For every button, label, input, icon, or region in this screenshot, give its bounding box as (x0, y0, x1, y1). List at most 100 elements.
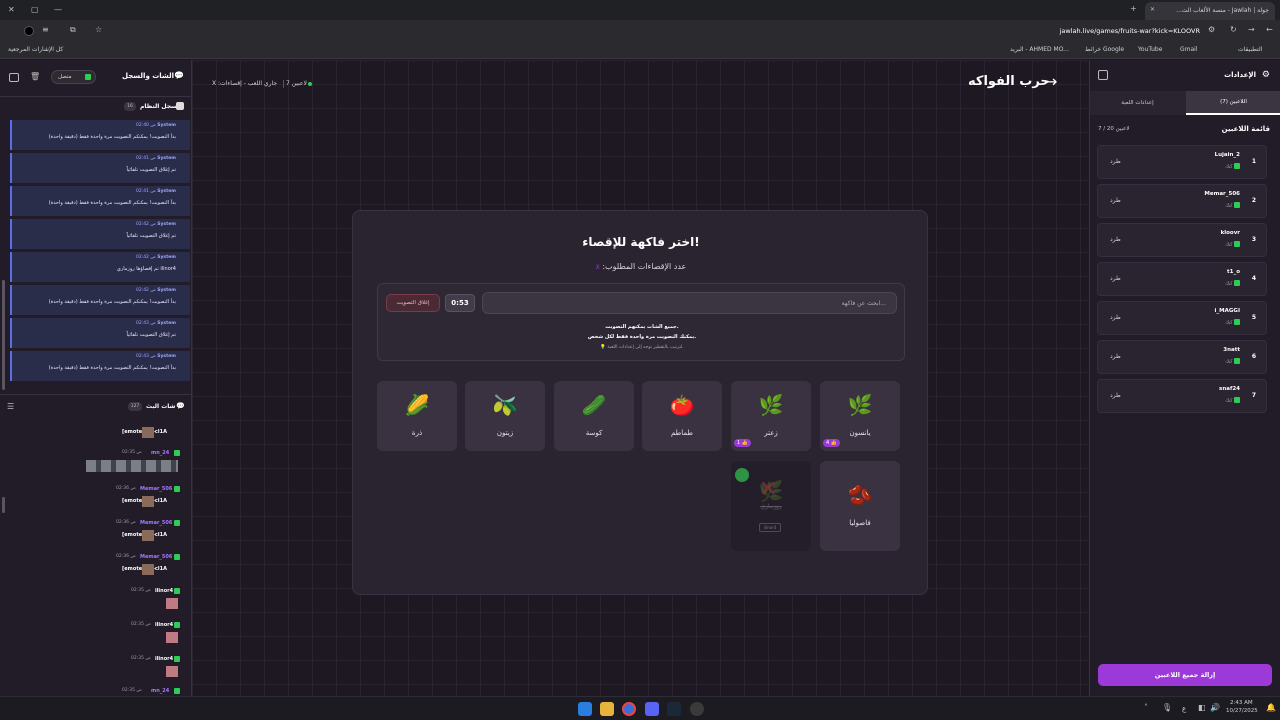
kick-icon (1234, 202, 1240, 208)
site-settings-icon[interactable]: ⚙ (1208, 25, 1215, 34)
olive-icon: 🫒 (492, 393, 518, 417)
clock-date[interactable]: 10/27/2025 (1226, 708, 1258, 714)
chat-panel-title: الشات والسجل (122, 72, 175, 80)
search-input[interactable]: ابحث عن فاكهة... (482, 292, 897, 314)
close-window-icon[interactable]: ✕ (8, 5, 15, 14)
fruit-card-beans[interactable]: 🫘 فاصوليا (820, 461, 900, 551)
new-tab-icon[interactable]: + (1130, 4, 1137, 13)
file-explorer-icon[interactable] (600, 702, 614, 716)
bookmark-gmail[interactable]: Gmail (1180, 46, 1198, 53)
input-language[interactable]: ع (1182, 705, 1186, 713)
player-name: Memar_506 (1204, 191, 1240, 197)
address-bar-row: ≡ ⧉ ☆ jawlah.live/games/fruits-war?kick=… (0, 20, 1280, 42)
settings-tabs: اللاعبين (7) إعدادات اللعبة (1090, 91, 1280, 115)
kick-player-button[interactable]: طرد (1110, 392, 1121, 399)
chat-username[interactable]: Memar_506 (140, 554, 172, 560)
remove-all-players-button[interactable]: إزالة جميع اللاعبين (1098, 664, 1272, 686)
kick-player-button[interactable]: طرد (1110, 353, 1121, 360)
active-tab[interactable]: ✕ جولة | Jawlah - منصة الألعاب الت... (1145, 2, 1275, 20)
info-line-1: جميع الشات يمكنهم التصويت. (605, 324, 679, 330)
chat-username[interactable]: mn_24 (151, 688, 169, 694)
player-platform: كيك (1225, 280, 1240, 287)
eliminated-x-icon: ✕ (759, 477, 778, 502)
close-vote-button[interactable]: إغلاق التصويت (386, 294, 440, 312)
network-icon[interactable]: ◧ (1198, 703, 1206, 712)
trash-icon[interactable]: 🗑 (30, 72, 40, 81)
chrome-icon[interactable] (622, 702, 636, 716)
player-platform: كيك (1225, 358, 1240, 365)
tab-players[interactable]: اللاعبين (7) (1186, 91, 1280, 115)
kick-player-button[interactable]: طرد (1110, 275, 1121, 282)
reload-icon[interactable]: ↻ (1230, 25, 1237, 34)
bookmark-maps[interactable]: خرائط Google (1085, 46, 1124, 53)
player-rank: 4 (1251, 275, 1256, 282)
back-arrow-icon[interactable]: → (1044, 72, 1057, 91)
windows-start-icon[interactable] (578, 702, 592, 716)
kick-player-button[interactable]: طرد (1110, 197, 1121, 204)
forward-icon[interactable]: → (1248, 25, 1255, 34)
player-card: 4 t1_o كيك طرد (1097, 262, 1267, 296)
chat-message: mn_24 02:35 ص (0, 448, 185, 478)
log-text: بدأ التصويت! يمكنكم التصويت مرة واحدة فق… (48, 299, 176, 305)
kick-icon (1234, 358, 1240, 364)
corn-icon: 🌽 (404, 393, 430, 417)
close-tab-icon[interactable]: ✕ (1150, 6, 1155, 13)
collapse-panel-icon[interactable] (9, 73, 19, 82)
log-meta: 02:41 ص System (135, 156, 176, 161)
steam-icon[interactable] (667, 702, 681, 716)
fruit-card-corn[interactable]: 🌽 ذرة (377, 381, 457, 451)
kick-player-button[interactable]: طرد (1110, 158, 1121, 165)
bookmark-apps[interactable]: التطبيقات (1238, 46, 1262, 53)
minimize-icon[interactable]: — (54, 5, 62, 14)
profile-avatar[interactable] (24, 26, 34, 36)
collapse-settings-icon[interactable] (1098, 70, 1108, 80)
tab-search-icon[interactable]: ⧉ (70, 25, 76, 35)
url-text[interactable]: jawlah.live/games/fruits-war?kick=KLOOVR (1060, 27, 1200, 35)
fruit-card-thyme[interactable]: 🌿 زعتر 1 👍 (731, 381, 811, 451)
log-scrollbar[interactable] (2, 280, 5, 390)
chat-username[interactable]: ilinor4 (155, 656, 173, 662)
player-rank: 7 (1251, 392, 1256, 399)
kick-player-button[interactable]: طرد (1110, 236, 1121, 243)
player-rank: 3 (1251, 236, 1256, 243)
maximize-icon[interactable]: ▢ (31, 5, 39, 14)
discord-icon[interactable] (645, 702, 659, 716)
bookmark-mail[interactable]: البريد - AHMED MO... (1010, 46, 1069, 53)
log-text: بدأ التصويت! يمكنكم التصويت مرة واحدة فق… (48, 200, 176, 206)
tab-game-settings[interactable]: إعدادات اللعبة (1090, 91, 1185, 115)
mic-icon[interactable]: 🎙 (1162, 703, 1172, 712)
chat-username[interactable]: Memar_506 (140, 486, 172, 492)
chat-message: Memar_506 02:36 ص [emote life-cl1A (0, 552, 185, 582)
log-meta: 02:43 ص System (135, 354, 176, 359)
kick-icon (174, 486, 180, 492)
kick-player-button[interactable]: طرد (1110, 314, 1121, 321)
chat-username[interactable]: ilinor4 (155, 588, 173, 594)
kick-icon (174, 622, 180, 628)
fruit-card-olive[interactable]: 🫒 زيتون (465, 381, 545, 451)
app-icon[interactable] (690, 702, 704, 716)
kick-icon (1234, 163, 1240, 169)
chat-settings-icon[interactable]: ☰ (7, 402, 14, 411)
chat-username[interactable]: mn_24 (151, 450, 169, 456)
fruit-card-tomato[interactable]: 🍅 طماطم (642, 381, 722, 451)
all-bookmarks[interactable]: كل الإشارات المرجعية (8, 46, 63, 53)
clock-time[interactable]: 2:43 AM (1230, 700, 1253, 706)
player-platform: كيك (1225, 202, 1240, 209)
log-item: 02:42 ص System ilinor4 تم إقصاؤها روزمار… (10, 252, 190, 282)
player-card: 2 Memar_506 كيك طرد (1097, 184, 1267, 218)
volume-icon[interactable]: 🔊 (1210, 703, 1220, 712)
bookmark-youtube[interactable]: YouTube (1138, 46, 1162, 53)
vote-count-badge: 4 👍 (823, 439, 841, 447)
extensions-icon[interactable]: ≡ (42, 25, 49, 34)
fruit-card-anise[interactable]: 🌿 يانسون 4 👍 (820, 381, 900, 451)
fruit-card-zucchini[interactable]: 🥒 كوسة (554, 381, 634, 451)
tab-title: جولة | Jawlah - منصة الألعاب الت... (1176, 7, 1269, 14)
back-icon[interactable]: ← (1266, 25, 1273, 34)
notifications-icon[interactable]: 🔔 (1266, 703, 1276, 712)
chat-scrollbar[interactable] (2, 497, 5, 513)
chat-username[interactable]: Memar_506 (140, 520, 172, 526)
tray-chevron-icon[interactable]: ˄ (1144, 703, 1148, 712)
bookmark-star-icon[interactable]: ☆ (95, 25, 102, 34)
chat-username[interactable]: ilinor4 (155, 622, 173, 628)
info-line-2: يمكنك التصويت مرة واحدة فقط لكل شخص. (587, 334, 697, 340)
